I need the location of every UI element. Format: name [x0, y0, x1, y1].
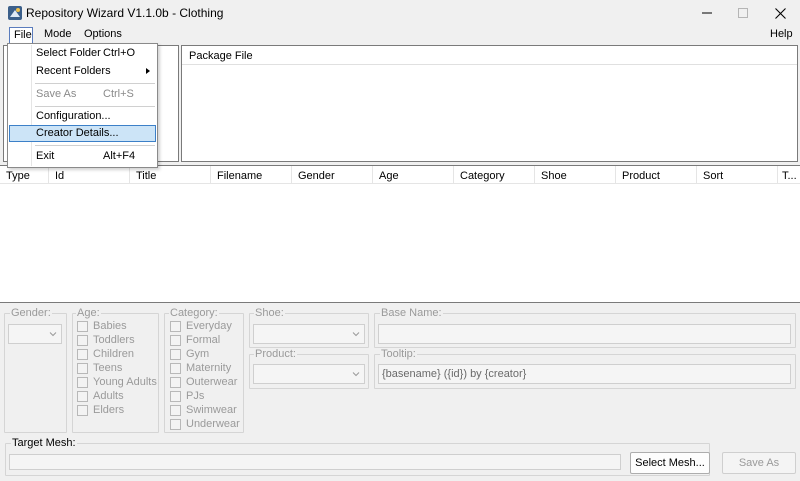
product-combo[interactable] — [253, 364, 365, 384]
age-option-young-adults[interactable]: Young Adults — [77, 376, 157, 390]
checkbox[interactable] — [77, 335, 88, 346]
category-option-formal[interactable]: Formal — [170, 334, 242, 348]
column-shoe[interactable]: Shoe — [535, 166, 616, 184]
menu-item-save-as[interactable]: Save As Ctrl+S — [9, 86, 156, 103]
checkbox[interactable] — [170, 349, 181, 360]
column-age[interactable]: Age — [373, 166, 454, 184]
menu-file[interactable]: File — [9, 27, 33, 44]
age-option-toddlers[interactable]: Toddlers — [77, 334, 157, 348]
submenu-arrow-icon — [146, 68, 150, 74]
menu-mode[interactable]: Mode — [40, 27, 76, 44]
base-name-input[interactable] — [378, 324, 791, 344]
age-option-babies[interactable]: Babies — [77, 320, 157, 334]
minimize-button[interactable] — [689, 0, 725, 26]
age-option-children[interactable]: Children — [77, 348, 157, 362]
menu-help[interactable]: Help — [766, 27, 797, 44]
checkbox[interactable] — [170, 419, 181, 430]
package-file-header-label: Package File — [189, 50, 253, 62]
file-menu-dropdown: Select Folder Ctrl+O Recent Folders Save… — [7, 43, 158, 168]
maximize-button[interactable] — [725, 0, 761, 26]
chevron-down-icon — [352, 332, 360, 337]
app-icon — [8, 6, 22, 20]
age-option-elders[interactable]: Elders — [77, 404, 157, 418]
close-icon — [774, 7, 786, 19]
category-option-swimwear[interactable]: Swimwear — [170, 404, 242, 418]
checkbox[interactable] — [77, 363, 88, 374]
checkbox[interactable] — [170, 363, 181, 374]
age-option-adults[interactable]: Adults — [77, 390, 157, 404]
checkbox[interactable] — [170, 335, 181, 346]
tooltip-input-value: {basename} ({id}) by {creator} — [382, 368, 527, 380]
age-option-teens[interactable]: Teens — [77, 362, 157, 376]
menu-item-configuration[interactable]: Configuration... — [9, 108, 156, 125]
age-label: Age: — [76, 307, 101, 319]
checkbox[interactable] — [77, 321, 88, 332]
checkbox[interactable] — [170, 391, 181, 402]
category-option-outerwear[interactable]: Outerwear — [170, 376, 242, 390]
column-title[interactable]: Title — [130, 166, 211, 184]
tooltip-label: Tooltip: — [380, 348, 417, 360]
target-mesh-label: Target Mesh: — [11, 437, 77, 449]
target-mesh-input[interactable] — [9, 454, 621, 470]
menu-separator — [35, 83, 155, 84]
column-type[interactable]: Type — [0, 166, 49, 184]
chevron-down-icon — [352, 372, 360, 377]
list-column-header: Type Id Title Filename Gender Age Catego… — [0, 166, 800, 184]
shoe-label: Shoe: — [254, 307, 285, 319]
maximize-icon — [738, 8, 748, 18]
product-label: Product: — [254, 348, 297, 360]
chevron-down-icon — [49, 332, 57, 337]
select-mesh-button[interactable]: Select Mesh... — [630, 452, 710, 474]
column-filename[interactable]: Filename — [211, 166, 292, 184]
category-option-everyday[interactable]: Everyday — [170, 320, 242, 334]
gender-combo[interactable] — [8, 324, 62, 344]
column-product[interactable]: Product — [616, 166, 697, 184]
menu-item-recent-folders[interactable]: Recent Folders — [9, 63, 156, 80]
package-file-header[interactable]: Package File — [182, 46, 797, 65]
category-label: Category: — [169, 307, 219, 319]
column-gender[interactable]: Gender — [292, 166, 373, 184]
shoe-combo[interactable] — [253, 324, 365, 344]
column-id[interactable]: Id — [49, 166, 130, 184]
checkbox[interactable] — [170, 321, 181, 332]
save-as-button[interactable]: Save As — [722, 452, 796, 474]
category-option-underwear[interactable]: Underwear — [170, 418, 242, 432]
items-list[interactable]: Type Id Title Filename Gender Age Catego… — [0, 165, 800, 303]
checkbox[interactable] — [170, 405, 181, 416]
checkbox[interactable] — [77, 377, 88, 388]
column-sort[interactable]: Sort — [697, 166, 778, 184]
close-button[interactable] — [762, 0, 798, 26]
checkbox[interactable] — [77, 349, 88, 360]
package-file-panel[interactable]: Package File — [181, 45, 798, 162]
category-option-maternity[interactable]: Maternity — [170, 362, 242, 376]
tooltip-input[interactable]: {basename} ({id}) by {creator} — [378, 364, 791, 384]
window-title: Repository Wizard V1.1.0b - Clothing — [26, 6, 224, 20]
checkbox[interactable] — [77, 405, 88, 416]
checkbox[interactable] — [170, 377, 181, 388]
menu-separator — [35, 145, 155, 146]
menu-separator — [35, 106, 155, 107]
category-option-gym[interactable]: Gym — [170, 348, 242, 362]
menu-item-creator-details[interactable]: Creator Details... — [9, 125, 156, 142]
menu-item-exit[interactable]: Exit Alt+F4 — [9, 148, 156, 165]
menu-options[interactable]: Options — [80, 27, 126, 44]
column-category[interactable]: Category — [454, 166, 535, 184]
base-name-label: Base Name: — [380, 307, 443, 319]
category-option-pjs[interactable]: PJs — [170, 390, 242, 404]
column-tooltip-truncated[interactable]: T... — [778, 166, 800, 184]
gender-label: Gender: — [10, 307, 52, 319]
checkbox[interactable] — [77, 391, 88, 402]
minimize-icon — [702, 12, 712, 14]
menu-item-select-folder[interactable]: Select Folder Ctrl+O — [9, 45, 156, 62]
